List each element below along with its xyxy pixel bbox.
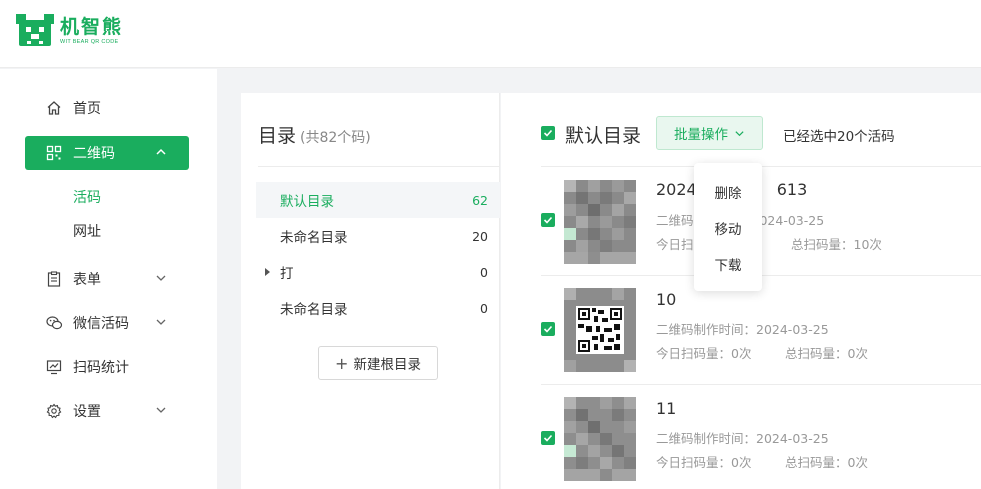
directory-item-count: 0 <box>480 264 488 280</box>
sidebar-item-wechat[interactable]: 微信活码 <box>25 306 189 340</box>
menu-item-delete[interactable]: 删除 <box>694 182 762 202</box>
item-checkbox[interactable] <box>541 431 555 445</box>
sidebar-item-qrcode[interactable]: 二维码 <box>25 136 189 170</box>
menu-item-move[interactable]: 移动 <box>694 218 762 238</box>
batch-operation-button[interactable]: 批量操作 <box>656 116 763 150</box>
page-title: 默认目录 <box>565 125 642 147</box>
sidebar-item-label: 首页 <box>73 101 101 117</box>
item-checkbox[interactable] <box>541 322 555 336</box>
check-icon <box>543 216 553 224</box>
item-name[interactable]: 11 <box>656 399 676 418</box>
directory-item-count: 20 <box>472 228 488 244</box>
sidebar-item-label: 二维码 <box>73 146 115 162</box>
sidebar-subitem-live-code[interactable]: 活码 <box>73 187 101 207</box>
brand-name: 机智熊 <box>60 16 124 38</box>
directory-item-default[interactable]: 默认目录 62 <box>256 182 500 218</box>
sidebar-item-form[interactable]: 表单 <box>25 262 189 296</box>
item-total-scans: 总扫码量：0次 <box>785 455 868 470</box>
sidebar-subitem-url[interactable]: 网址 <box>73 221 101 241</box>
directory-item[interactable]: 打 0 <box>256 254 500 290</box>
sidebar-item-label: 扫码统计 <box>73 360 129 376</box>
directory-panel: 目录 (共82个码) 默认目录 62 未命名目录 20 打 0 未命名目录 0 +… <box>241 93 500 489</box>
new-root-directory-button[interactable]: + 新建根目录 <box>318 346 438 380</box>
new-root-directory-label: 新建根目录 <box>353 357 421 373</box>
directory-item-label: 打 <box>280 266 294 282</box>
sidebar: 首页 二维码 活码 网址 表单 微信活码 扫码统计 设置 <box>0 69 217 489</box>
caret-right-icon[interactable] <box>265 268 270 276</box>
directory-title-label: 目录 <box>258 125 297 147</box>
list-item[interactable]: 11 二维码制作时间：2024-03-25 今日扫码量：0次 总扫码量：0次 <box>501 385 981 489</box>
created-label: 二维码 <box>656 213 694 228</box>
created-date: 2024-03-25 <box>751 213 825 228</box>
bear-logo-icon <box>16 14 54 46</box>
select-all-checkbox[interactable] <box>541 126 555 140</box>
sidebar-item-label: 设置 <box>73 404 101 420</box>
item-today-scans: 今日扫码量：0次 <box>656 346 752 361</box>
code-list-panel: 默认目录 批量操作 已经选中20个活码 2024 613 二维码 2024-03… <box>501 93 981 489</box>
chart-icon <box>45 358 63 376</box>
item-checkbox[interactable] <box>541 213 555 227</box>
directory-item[interactable]: 未命名目录 0 <box>256 290 500 326</box>
batch-operation-menu: 删除 移动 下载 <box>694 163 762 291</box>
check-icon <box>543 434 553 442</box>
divider <box>258 166 499 167</box>
check-icon <box>543 325 553 333</box>
sidebar-item-scan-stats[interactable]: 扫码统计 <box>25 350 189 384</box>
sidebar-item-settings[interactable]: 设置 <box>25 394 189 428</box>
sidebar-item-label: 表单 <box>73 272 101 288</box>
item-created-time: 二维码制作时间：2024-03-25 <box>656 431 829 446</box>
directory-item-label: 未命名目录 <box>280 302 348 318</box>
item-total-scans: 总扫码量：0次 <box>785 346 868 361</box>
chevron-down-icon <box>156 275 166 281</box>
brand-tagline: WIT BEAR QR CODE <box>60 39 119 45</box>
item-created-time: 二维码制作时间：2024-03-25 <box>656 322 829 337</box>
chevron-down-icon <box>735 130 744 136</box>
item-name-label: 2024 <box>656 180 697 199</box>
item-today-scans: 今日扫码量：0次 <box>656 455 752 470</box>
list-item[interactable]: 10 二维码制作时间：2024-03-25 今日扫码量：0次 总扫码量：0次 <box>501 276 981 384</box>
batch-operation-label: 批量操作 <box>674 127 728 143</box>
directory-item-label: 未命名目录 <box>280 230 348 246</box>
qr-thumbnail-blurred[interactable] <box>564 397 636 481</box>
chevron-up-icon <box>156 148 166 155</box>
item-name[interactable]: 10 <box>656 290 676 309</box>
directory-count: (共82个码) <box>300 130 371 146</box>
brand-logo[interactable]: 机智熊 WIT BEAR QR CODE <box>16 14 123 48</box>
qrcode-icon <box>45 144 63 162</box>
directory-item[interactable]: 未命名目录 20 <box>256 218 500 254</box>
check-icon <box>543 129 553 137</box>
item-total-scans: 总扫码量：10次 <box>791 237 882 252</box>
directory-item-count: 62 <box>472 192 488 208</box>
chevron-down-icon <box>156 319 166 325</box>
selection-status: 已经选中20个活码 <box>783 129 895 145</box>
directory-title: 目录 (共82个码) <box>258 121 371 148</box>
qr-thumbnail[interactable] <box>564 288 636 372</box>
gear-icon <box>45 402 63 420</box>
wechat-icon <box>45 314 63 332</box>
plus-icon: + <box>335 353 349 373</box>
form-icon <box>45 270 63 288</box>
menu-item-download[interactable]: 下载 <box>694 254 762 274</box>
home-icon <box>45 99 63 117</box>
chevron-down-icon <box>156 407 166 413</box>
item-today-scans: 今日扫 <box>656 237 694 252</box>
sidebar-item-label: 微信活码 <box>73 316 129 332</box>
top-header: 机智熊 WIT BEAR QR CODE <box>0 0 981 68</box>
sidebar-item-home[interactable]: 首页 <box>25 91 189 125</box>
qr-thumbnail-blurred[interactable] <box>564 180 636 264</box>
item-name-tail: 613 <box>776 180 808 199</box>
directory-item-count: 0 <box>480 300 488 316</box>
directory-item-label: 默认目录 <box>280 194 334 210</box>
